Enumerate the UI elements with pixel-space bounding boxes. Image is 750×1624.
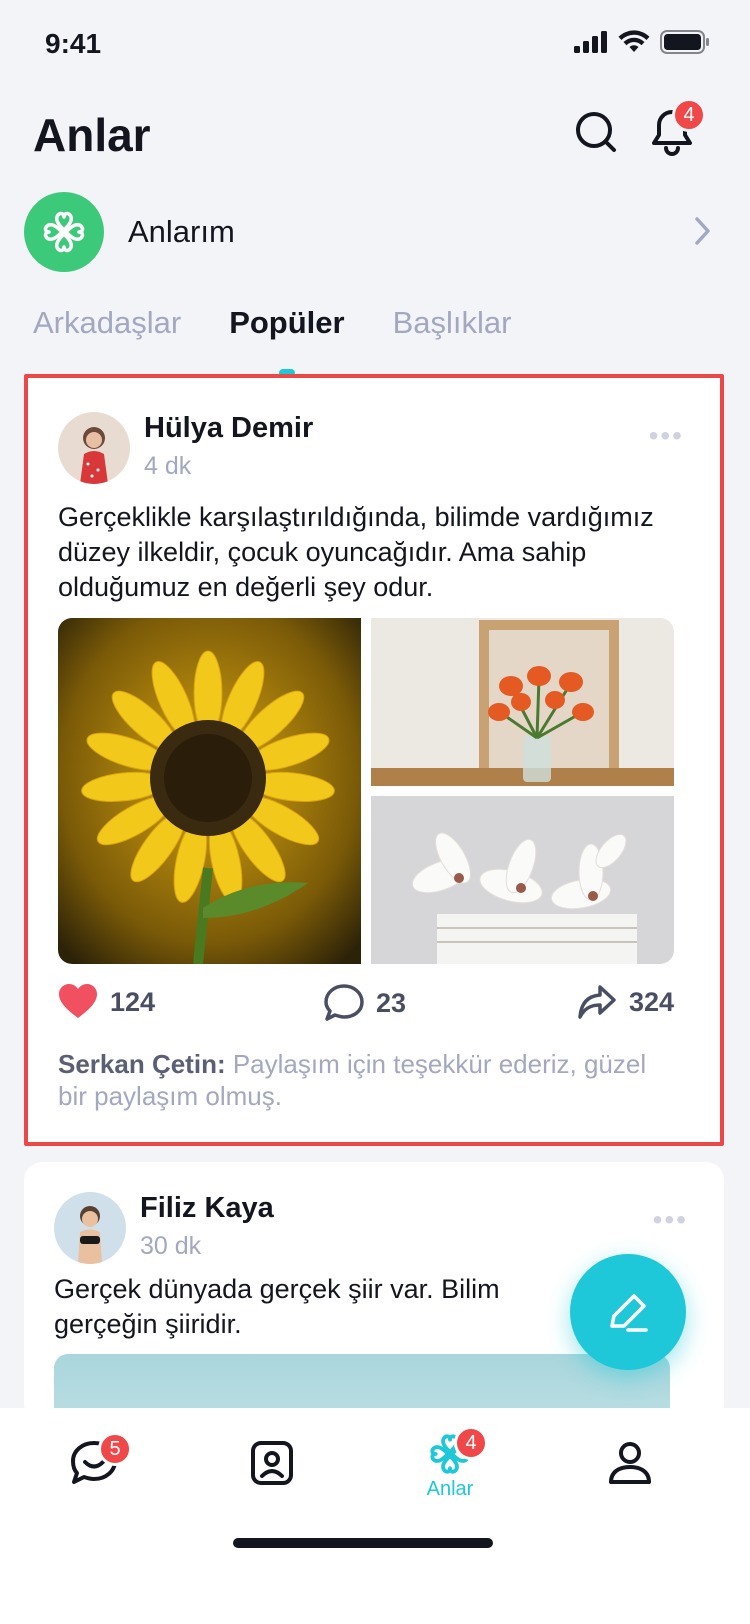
comment-button[interactable]: 23 — [324, 984, 406, 1022]
notifications-button[interactable]: 4 — [644, 98, 706, 160]
author-name[interactable]: Filiz Kaya — [140, 1192, 274, 1225]
user-icon — [609, 1442, 651, 1484]
comment-count: 23 — [376, 987, 407, 1018]
status-bar: 9:41 — [0, 0, 750, 90]
pencil-icon — [610, 1294, 648, 1332]
header: Anlar 4 — [0, 98, 750, 180]
heart-icon — [59, 984, 97, 1018]
status-time: 9:41 — [45, 28, 102, 59]
tab-topics[interactable]: Başlıklar — [393, 305, 512, 351]
post-text: Gerçeklikle karşılaştırıldığında, bilimd… — [58, 502, 654, 602]
notification-badge: 4 — [672, 98, 706, 132]
search-button[interactable] — [568, 104, 624, 160]
share-count: 324 — [628, 986, 674, 1017]
post-time: 30 dk — [140, 1232, 202, 1260]
signal-icon — [574, 31, 607, 53]
compose-button[interactable] — [570, 1254, 686, 1370]
battery-icon — [660, 30, 709, 54]
search-icon — [576, 112, 616, 152]
nav-moments[interactable]: Anlar 4 — [400, 1426, 500, 1522]
comment-author: Serkan Çetin: — [58, 1049, 226, 1079]
my-moments-avatar — [24, 192, 104, 272]
status-icons — [574, 30, 710, 54]
author-avatar[interactable] — [58, 412, 130, 484]
tab-popular[interactable]: Popüler — [229, 305, 345, 377]
share-icon — [578, 985, 616, 1019]
more-options-icon[interactable]: ••• — [649, 420, 684, 452]
comment-preview[interactable]: Serkan Çetin: Paylaşım için teşekkür ede… — [58, 1048, 658, 1112]
magnolia-photo[interactable] — [371, 796, 674, 964]
page-title: Anlar — [33, 109, 151, 161]
nav-chats[interactable]: 5 — [44, 1432, 144, 1522]
sunflower-photo[interactable] — [58, 618, 361, 964]
contact-card-icon — [251, 1441, 293, 1485]
wifi-icon — [618, 30, 650, 52]
more-options-icon[interactable]: ••• — [653, 1204, 688, 1236]
tab-popular-label: Popüler — [229, 305, 345, 340]
like-count: 124 — [110, 986, 156, 1017]
bottom-nav: 5 Anlar 4 — [0, 1408, 750, 1624]
home-indicator — [233, 1538, 493, 1548]
photo-gallery — [58, 618, 674, 964]
post-actions: 124 23 324 — [58, 984, 674, 1034]
nav-contacts[interactable] — [222, 1432, 322, 1522]
comment-icon — [324, 984, 364, 1021]
feed-tabs: Arkadaşlar Popüler Başlıklar — [33, 305, 512, 377]
post-card: Hülya Demir 4 dk ••• Gerçeklikle karşıla… — [24, 374, 724, 1146]
tulips-photo[interactable] — [371, 618, 674, 786]
moments-badge: 4 — [454, 1426, 488, 1460]
post-text: Gerçek dünyada gerçek şiir var. Bilim ge… — [54, 1274, 500, 1339]
chevron-right-icon — [695, 217, 710, 245]
chats-badge: 5 — [98, 1432, 132, 1466]
my-moments-row[interactable]: Anlarım — [24, 192, 724, 272]
share-button[interactable]: 324 — [577, 984, 674, 1020]
my-moments-label: Anlarım — [128, 214, 235, 249]
clover-icon — [43, 211, 85, 253]
tab-friends[interactable]: Arkadaşlar — [33, 305, 181, 351]
author-avatar[interactable] — [54, 1192, 126, 1264]
nav-profile[interactable] — [580, 1432, 680, 1522]
like-button[interactable]: 124 — [58, 984, 155, 1020]
nav-moments-label: Anlar — [426, 1478, 474, 1500]
author-name[interactable]: Hülya Demir — [144, 412, 313, 445]
post-time: 4 dk — [144, 452, 192, 480]
